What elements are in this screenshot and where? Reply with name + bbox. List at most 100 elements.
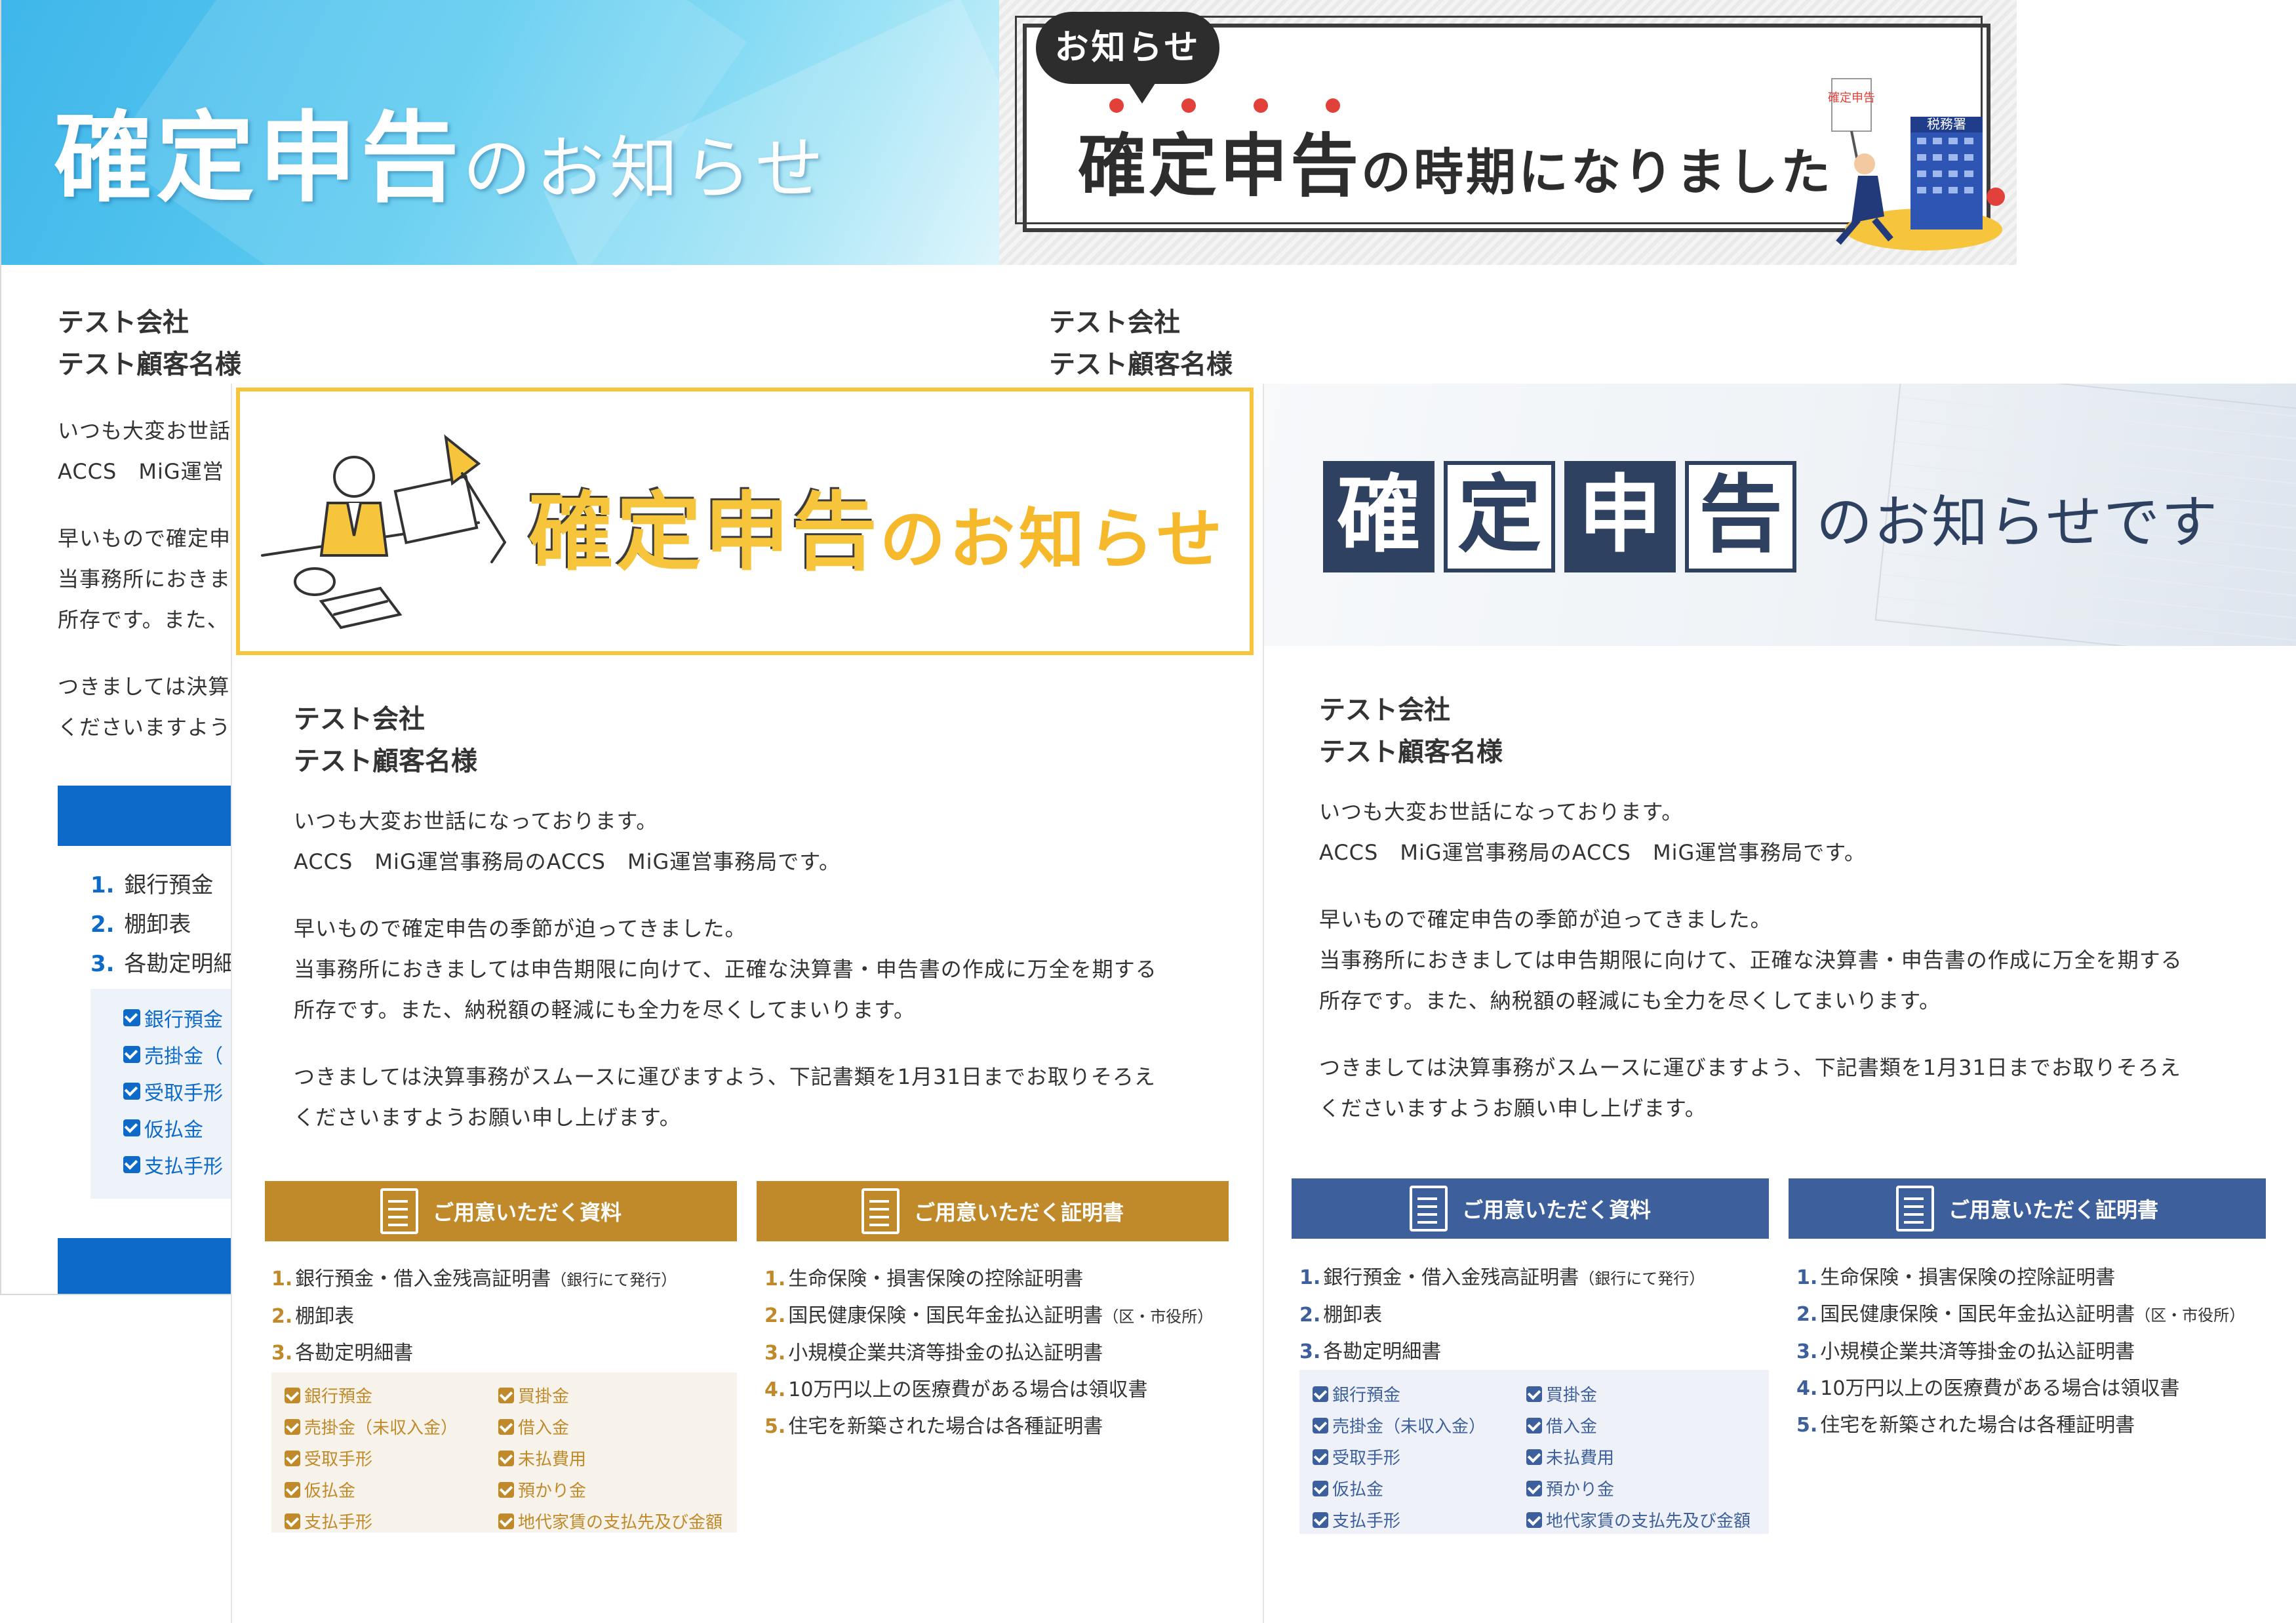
checkbox-item[interactable]: 仮払金 — [285, 1477, 355, 1502]
checkbox-item[interactable]: 銀行預金 — [123, 1003, 223, 1032]
list-item: 2. 棚卸表 — [90, 912, 191, 938]
title-suffix: のお知らせです — [1816, 489, 2219, 555]
header-banner-mono: お知らせ 確定申告の時期になりました 税務署 確定申告 — [999, 0, 2017, 265]
letter-body: テスト会社 テスト顧客名様 いつも大変お世話になっております。 ACCS MiG… — [294, 698, 1263, 1138]
checkbox-item[interactable]: 銀行預金 — [1313, 1382, 1400, 1406]
certificate-icon — [1895, 1186, 1934, 1232]
checkbox-item[interactable]: 預かり金 — [498, 1477, 586, 1502]
checkbox-item[interactable]: 受取手形 — [123, 1077, 223, 1106]
customer-name: テスト顧客名様 — [294, 746, 477, 776]
checkbox-item[interactable]: 受取手形 — [285, 1446, 372, 1470]
tax-office-illustration: 税務署 確定申告 — [1828, 78, 2005, 250]
checkbox-item[interactable]: 未払費用 — [498, 1446, 586, 1470]
svg-text:確定申告: 確定申告 — [1828, 91, 1875, 105]
list-item: 2. 棚卸表 — [1299, 1304, 1383, 1327]
greeting: いつも大変お世話になっております。 — [1319, 799, 1684, 824]
certificates-list: 1. 生命保険・損害保険の控除証明書 2. 国民健康保険・国民年金払込証明書（区・市… — [764, 1261, 1213, 1445]
list-item: 2. 棚卸表 — [271, 1305, 355, 1328]
customer-name: テスト顧客名様 — [58, 350, 241, 380]
checkbox-item[interactable]: 受取手形 — [1313, 1445, 1400, 1469]
checkbox-item[interactable]: 買掛金 — [498, 1383, 569, 1407]
list-item: 3. 小規模企業共済等掛金の払込証明書 — [1796, 1340, 2135, 1363]
paragraph-line: 当事務所におきましては申告期限に向けて、正確な決算書・申告書の作成に万全を期する — [294, 957, 1157, 982]
certificates-header: ご用意いただく証明書 — [1789, 1178, 2266, 1239]
checkbox-item[interactable]: 地代家賃の支払先及び金額 — [1526, 1508, 1751, 1532]
checkbox-item[interactable]: 売掛金（未収入金） — [285, 1414, 458, 1439]
paragraph-line: つきましては決算事務がスムースに運びますよう、下記書類を1月31日までお取りそろ… — [294, 1064, 1156, 1089]
company-name: テスト会社 — [294, 704, 425, 734]
materials-list: 1. 銀行預金・借入金残高証明書（銀行にて発行） 2. 棚卸表 3. 各勘定明細書 — [271, 1261, 677, 1372]
checkbox-item[interactable]: 買掛金 — [1526, 1382, 1597, 1406]
list-item: 1. 銀行預金・借入金残高証明書（銀行にて発行） — [271, 1268, 677, 1291]
paragraph-line: くださいますようお願い申し上げます。 — [294, 1105, 681, 1130]
list-item: 5. 住宅を新築された場合は各種証明書 — [764, 1415, 1103, 1438]
paragraph-line: 所存です。また、納税額の軽減にも全力を尽くしてまいります。 — [294, 997, 916, 1022]
intro: ACCS MiG運営事務局のACCS MiG運営事務局です。 — [294, 849, 841, 874]
intro: ACCS MiG運営事務局のACCS MiG運営事務局です。 — [1319, 840, 1867, 865]
checkbox-item[interactable]: 借入金 — [498, 1414, 569, 1439]
list-item: 5. 住宅を新築された場合は各種証明書 — [1796, 1414, 2135, 1437]
template-card-mono[interactable]: お知らせ 確定申告の時期になりました 税務署 確定申告 テスト会社 テスト顧客名… — [999, 0, 2017, 393]
certificates-header: ご用意いただく証明書 — [757, 1181, 1229, 1241]
paragraph-line: 早いもので確定申告の季節が迫ってきました。 — [294, 916, 747, 941]
paragraph-line: くださいますようお願い申し上げます。 — [1319, 1096, 1707, 1121]
checkbox-item[interactable]: 売掛金（ — [123, 1040, 223, 1069]
materials-list: 1. 銀行預金・借入金残高証明書（銀行にて発行） 2. 棚卸表 3. 各勘定明細書 — [1299, 1260, 1705, 1371]
customer-name: テスト顧客名様 — [1049, 350, 1233, 380]
paragraph-line: つきましては決算事務がスムースに運びますよう、下記書類を1月31日までお取りそろ… — [1319, 1055, 2181, 1080]
header-banner-gold: 確定申告のお知らせ — [236, 388, 1254, 655]
paragraph-line: 早いもので確定申告の季節が迫ってきました。 — [1319, 907, 1772, 932]
list-item: 2. 国民健康保険・国民年金払込証明書（区・市役所） — [1796, 1303, 2246, 1326]
list-item: 3. 各勘定明細書 — [271, 1342, 414, 1365]
notice-bubble: お知らせ — [1036, 12, 1219, 104]
greeting: いつも大変お世話になっております。 — [294, 809, 658, 833]
list-item: 1. 銀行預金 — [90, 872, 214, 898]
title-char: 告 — [1685, 461, 1796, 572]
checkbox-item[interactable]: 仮払金 — [123, 1113, 203, 1142]
paragraph-line: 当事務所におきましては申告期限に向けて、正確な決算書・申告書の作成に万全を期する — [1319, 948, 2183, 972]
banner-title: 確定申告のお知らせ — [528, 483, 1227, 582]
list-item: 1. 銀行預金・借入金残高証明書（銀行にて発行） — [1299, 1266, 1705, 1289]
title-char: 定 — [1444, 461, 1555, 572]
company-name: テスト会社 — [58, 308, 189, 338]
document-icon — [1409, 1186, 1448, 1232]
banner-title: 確定申告の時期になりました — [1078, 126, 1834, 206]
checkbox-item[interactable]: 未払費用 — [1526, 1445, 1614, 1469]
list-item: 3. 各勘定明細 — [90, 951, 236, 977]
checkbox-item[interactable]: 仮払金 — [1313, 1476, 1383, 1500]
checkbox-item[interactable]: 借入金 — [1526, 1413, 1597, 1437]
letter-body: テスト会社 テスト顧客名様 — [1049, 302, 2017, 386]
svg-text:税務署: 税務署 — [1927, 116, 1966, 132]
materials-header: ご用意いただく資料 — [265, 1181, 737, 1241]
list-item: 4. 10万円以上の医療費がある場合は領収書 — [1796, 1377, 2180, 1400]
title-char: 申 — [1564, 461, 1676, 572]
checkbox-item[interactable]: 支払手形 — [1313, 1508, 1400, 1532]
list-item: 4. 10万円以上の医療費がある場合は領収書 — [764, 1378, 1148, 1401]
checkbox-item[interactable]: 売掛金（未収入金） — [1313, 1413, 1486, 1437]
header-banner-navy: 確 定 申 告 のお知らせです — [1264, 384, 2296, 646]
list-item: 1. 生命保険・損害保険の控除証明書 — [764, 1268, 1084, 1291]
materials-list: 1. 銀行預金 2. 棚卸表 3. 各勘定明細 — [90, 866, 235, 984]
materials-header: ご用意いただく資料 — [1292, 1178, 1769, 1239]
checkbox-item[interactable]: 支払手形 — [123, 1150, 223, 1179]
template-card-navy[interactable]: 確 定 申 告 のお知らせです テスト会社 テスト顧客名様 いつも大変お世話にな… — [1263, 384, 2296, 1623]
certificate-icon — [861, 1188, 900, 1234]
customer-name: テスト顧客名様 — [1319, 737, 1503, 767]
certificates-list: 1. 生命保険・損害保険の控除証明書 2. 国民健康保険・国民年金払込証明書（区・市… — [1796, 1260, 2245, 1444]
document-icon — [380, 1188, 418, 1234]
account-checklist: 銀行預金 売掛金（未収入金） 受取手形 仮払金 支払手形 買掛金 借入金 未払費… — [271, 1373, 737, 1533]
header-banner-blue: 確定申告のお知らせ — [1, 0, 1000, 265]
banner-title: 確定申告のお知らせ — [54, 102, 829, 216]
checkbox-item[interactable]: 銀行預金 — [285, 1383, 372, 1407]
checkbox-item[interactable]: 地代家賃の支払先及び金額 — [498, 1509, 722, 1533]
letter-body: テスト会社 テスト顧客名様 いつも大変お世話になっております。 ACCS MiG… — [1319, 689, 2296, 1129]
checkbox-item[interactable]: 預かり金 — [1526, 1476, 1614, 1500]
checkbox-item[interactable]: 支払手形 — [285, 1509, 372, 1533]
template-card-gold[interactable]: 確定申告のお知らせ テスト会社 テスト顧客名様 いつも大変お世話になっております… — [231, 384, 1264, 1623]
worker-illustration — [261, 434, 506, 630]
list-item: 3. 各勘定明細書 — [1299, 1340, 1442, 1363]
list-item: 1. 生命保険・損害保険の控除証明書 — [1796, 1266, 2116, 1289]
account-checklist: 銀行預金 売掛金（未収入金） 受取手形 仮払金 支払手形 買掛金 借入金 未払費… — [1299, 1370, 1769, 1534]
company-name: テスト会社 — [1319, 695, 1450, 725]
title-char: 確 — [1323, 461, 1435, 572]
